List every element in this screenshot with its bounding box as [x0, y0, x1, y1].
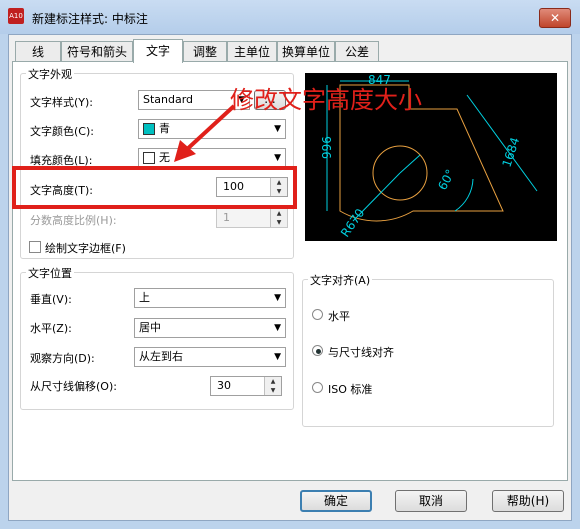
view-direction-select[interactable]: 从左到右 ▼: [134, 347, 286, 367]
align-iso-radio[interactable]: [312, 382, 323, 393]
annotation-text: 修改文字高度大小: [230, 86, 422, 114]
vertical-select[interactable]: 上 ▼: [134, 288, 286, 308]
ok-button[interactable]: 确定: [300, 490, 372, 512]
horizontal-select[interactable]: 居中 ▼: [134, 318, 286, 338]
view-direction-label: 观察方向(D):: [30, 352, 95, 365]
vertical-value: 上: [139, 291, 150, 304]
chevron-down-icon: ▼: [274, 352, 281, 362]
tab-fit[interactable]: 调整: [183, 41, 227, 61]
chevron-down-icon: ▼: [274, 323, 281, 333]
fraction-scale-value: 1: [223, 211, 230, 224]
tab-text[interactable]: 文字: [133, 39, 183, 63]
offset-input[interactable]: 30 ▲ ▼: [210, 376, 282, 396]
align-horizontal-label: 水平: [328, 310, 350, 323]
draw-frame-label: 绘制文字边框(F): [45, 242, 126, 255]
tab-symbols-arrows[interactable]: 符号和箭头: [61, 41, 133, 61]
offset-label: 从尺寸线偏移(O):: [30, 380, 117, 393]
close-button[interactable]: ✕: [539, 8, 571, 28]
tab-primary-units[interactable]: 主单位: [227, 41, 277, 61]
fraction-scale-input: 1 ▲ ▼: [216, 208, 288, 228]
spin-buttons-icon: ▲ ▼: [270, 209, 287, 227]
draw-frame-checkbox[interactable]: [29, 241, 41, 253]
align-iso-label: ISO 标准: [328, 383, 373, 396]
cancel-button[interactable]: 取消: [395, 490, 467, 512]
tab-alternate-units[interactable]: 换算单位: [277, 41, 335, 61]
tab-lines[interactable]: 线: [15, 41, 61, 61]
group-title-text-alignment: 文字对齐(A): [308, 272, 373, 288]
vertical-label: 垂直(V):: [30, 293, 72, 306]
offset-value: 30: [217, 379, 231, 392]
group-title-text-appearance: 文字外观: [26, 66, 74, 82]
no-fill-swatch-icon: [143, 152, 155, 164]
color-swatch-icon: [143, 123, 155, 135]
window-title: 新建标注样式: 中标注: [32, 12, 148, 26]
help-button[interactable]: 帮助(H): [492, 490, 564, 512]
chevron-down-icon: ▼: [274, 293, 281, 303]
text-color-value: 青: [159, 122, 170, 135]
dim-60deg-label: 60°: [435, 167, 457, 192]
fill-color-value: 无: [159, 151, 170, 164]
fraction-scale-label: 分数高度比例(H):: [30, 214, 117, 227]
spin-buttons-icon[interactable]: ▲ ▼: [264, 377, 281, 395]
align-horizontal-radio[interactable]: [312, 309, 323, 320]
dim-996-label: 996: [320, 136, 334, 159]
horizontal-value: 居中: [139, 321, 161, 334]
autocad-app-icon: A10: [8, 8, 24, 24]
dim-r670-label: R670: [338, 206, 367, 240]
text-style-label: 文字样式(Y):: [30, 96, 94, 109]
view-direction-value: 从左到右: [139, 350, 183, 363]
chevron-down-icon: ▼: [274, 153, 281, 163]
horizontal-label: 水平(Z):: [30, 322, 72, 335]
align-with-dim-line-label: 与尺寸线对齐: [328, 346, 394, 359]
chevron-down-icon: ▼: [274, 124, 281, 134]
group-title-text-placement: 文字位置: [26, 265, 74, 281]
tab-tolerances[interactable]: 公差: [335, 41, 379, 61]
dim-1684-label: 1684: [500, 136, 523, 169]
highlight-box: [12, 166, 297, 209]
text-color-label: 文字颜色(C):: [30, 125, 94, 138]
align-with-dim-line-radio[interactable]: [312, 345, 323, 356]
